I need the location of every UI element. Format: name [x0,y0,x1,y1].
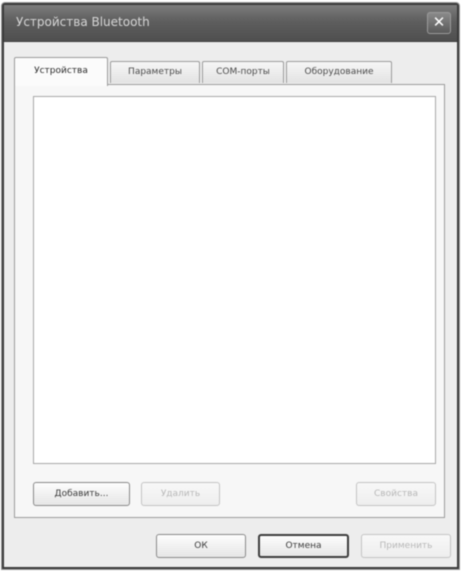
cancel-button[interactable]: Отмена [258,534,349,558]
add-device-button[interactable]: Добавить... [33,482,130,506]
tab-hardware[interactable]: Оборудование [286,61,392,83]
window-title: Устройства Bluetooth [16,15,150,29]
device-list[interactable] [33,96,436,464]
apply-button[interactable]: Применить [361,534,451,558]
bluetooth-devices-dialog: Устройства Bluetooth ✕ Устройства Параме… [2,3,459,569]
close-button[interactable]: ✕ [427,12,451,34]
tab-devices[interactable]: Устройства [14,57,108,86]
remove-device-button[interactable]: Удалить [141,482,220,506]
title-bar[interactable]: Устройства Bluetooth ✕ [4,5,457,42]
tab-com-ports[interactable]: COM-порты [202,61,284,83]
devices-tab-panel: Добавить... Удалить Свойства [14,84,445,518]
properties-button[interactable]: Свойства [356,482,436,506]
tab-strip: Устройства Параметры COM-порты Оборудова… [14,57,454,86]
tab-options[interactable]: Параметры [110,61,200,83]
close-icon: ✕ [432,13,446,31]
ok-button[interactable]: ОК [156,534,246,558]
